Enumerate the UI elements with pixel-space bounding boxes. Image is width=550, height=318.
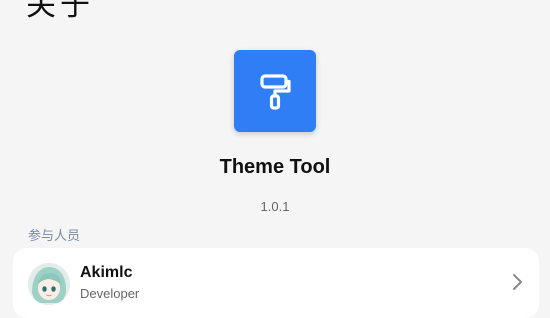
contributors-section-label: 参与人员 [28,229,81,244]
app-name: Theme Tool [219,156,331,178]
paint-roller-icon [260,74,291,110]
app-icon [234,50,316,132]
page-title: 关于 [26,0,94,23]
contributor-name: Akimlc [80,264,133,281]
contributor-item[interactable]: Akimlc Developer [13,248,539,318]
app-version: 1.0.1 [260,199,290,214]
chevron-right-icon [513,274,522,290]
